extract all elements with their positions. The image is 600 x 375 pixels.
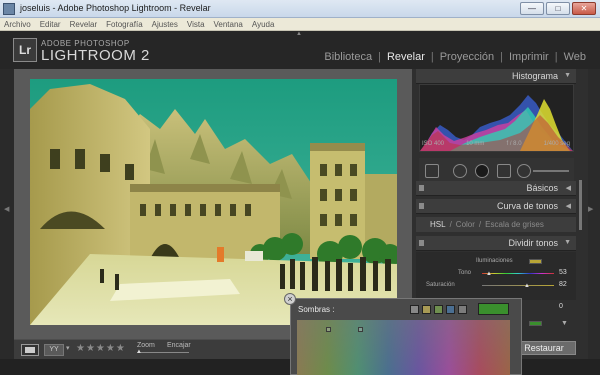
window-title: joseluis - Adobe Photoshop Lightroom - R… [20, 3, 211, 13]
menu-archivo[interactable]: Archivo [4, 18, 31, 30]
brush-slider-track[interactable] [533, 170, 569, 172]
basic-header[interactable]: Básicos ◀ [416, 181, 576, 196]
spot-removal-tool-icon[interactable] [453, 164, 467, 178]
red-eye-tool-icon[interactable] [475, 164, 489, 178]
split-toning-title: Dividir tonos [508, 238, 558, 248]
photo-image [30, 79, 397, 325]
tab-color[interactable]: Color [456, 220, 475, 229]
preset-swatch-2[interactable] [422, 305, 431, 314]
before-after-button[interactable]: YY [44, 344, 64, 356]
color-field[interactable] [297, 320, 510, 375]
hue-slider-track[interactable] [482, 273, 554, 274]
module-picker: Biblioteca | Revelar | Proyección | Impr… [318, 51, 592, 63]
expand-triangle-icon: ◀ [565, 185, 571, 192]
menu-vista[interactable]: Vista [187, 18, 205, 30]
preset-swatch-5[interactable] [458, 305, 467, 314]
preset-swatch-3[interactable] [434, 305, 443, 314]
menu-editar[interactable]: Editar [40, 18, 61, 30]
exif-shutter: 1/400 seg [543, 141, 570, 147]
collapse-triangle-icon: ▼ [561, 320, 568, 327]
popup-close-icon[interactable]: × [284, 293, 296, 305]
exif-iso: ISO 400 [422, 141, 445, 147]
adjustment-brush-tool-icon[interactable] [517, 164, 531, 178]
left-panel-collapsed [0, 69, 14, 359]
menu-ayuda[interactable]: Ayuda [252, 18, 275, 30]
balance-value[interactable]: 0 [559, 303, 563, 310]
window-controls: — □ ✕ [520, 2, 596, 15]
histogram-header[interactable]: Histograma ▼ [416, 69, 576, 84]
zoom-slider-track[interactable] [137, 352, 189, 353]
expand-triangle-icon: ◀ [565, 203, 571, 210]
selected-color-swatch [478, 303, 509, 315]
menu-bar: Archivo Editar Revelar Fotografía Ajuste… [0, 18, 600, 31]
hue-value[interactable]: 53 [559, 269, 567, 276]
zoom-label: Zoom [137, 342, 155, 349]
menu-revelar[interactable]: Revelar [70, 18, 98, 30]
graduated-filter-tool-icon[interactable] [497, 164, 511, 178]
module-revelar[interactable]: Revelar [381, 51, 431, 63]
highlights-color-swatch[interactable] [529, 259, 542, 264]
histogram-title: Histograma [511, 71, 558, 81]
maximize-button[interactable]: □ [546, 2, 570, 15]
expand-left-arrow-icon[interactable]: ◀ [4, 205, 9, 213]
basic-title: Básicos [526, 183, 558, 193]
collapse-triangle-icon: ▼ [564, 239, 571, 246]
histogram-exif: ISO 400 10 mm f / 8.0 1/400 seg [422, 141, 570, 147]
before-after-dropdown-icon[interactable]: ▾ [66, 344, 70, 352]
loupe-view-button[interactable] [21, 344, 39, 356]
collapse-triangle-icon: ▼ [564, 72, 571, 79]
collapse-right-arrow-icon[interactable]: ▶ [588, 205, 593, 213]
tab-hsl[interactable]: HSL [430, 220, 446, 229]
split-toning-header[interactable]: Dividir tonos ▼ [416, 236, 576, 251]
logo-title: LIGHTROOM 2 [41, 47, 150, 64]
tone-curve-title: Curva de tonos [496, 201, 558, 211]
panel-scrollbar[interactable] [579, 180, 582, 230]
exif-aperture: f / 8.0 [506, 141, 522, 147]
highlights-label: Iluminaciones [476, 258, 513, 264]
app-window: joseluis - Adobe Photoshop Lightroom - R… [0, 0, 600, 375]
tab-grayscale[interactable]: Escala de grises [485, 220, 544, 229]
fit-label: Encajar [167, 342, 191, 349]
split-toning-panel: Iluminaciones Tono ▲ 53 Saturación ▲ 82 [416, 252, 576, 300]
star-rating[interactable]: ★★★★★ [76, 343, 126, 354]
hue-label: Tono [458, 270, 472, 276]
color-marker[interactable] [326, 327, 331, 332]
exif-focal: 10 mm [466, 141, 485, 147]
tone-curve-header[interactable]: Curva de tonos ◀ [416, 199, 576, 214]
menu-fotografia[interactable]: Fotografía [106, 18, 142, 30]
module-biblioteca[interactable]: Biblioteca [318, 51, 378, 63]
menu-ajustes[interactable]: Ajustes [152, 18, 178, 30]
title-bar: joseluis - Adobe Photoshop Lightroom - R… [0, 0, 600, 18]
hue-slider-thumb[interactable]: ▲ [486, 271, 492, 277]
close-button[interactable]: ✕ [572, 2, 596, 15]
preset-swatch-4[interactable] [446, 305, 455, 314]
saturation-label: Saturación [426, 282, 455, 288]
collapse-top-arrow-icon[interactable]: ▲ [296, 31, 302, 37]
saturation-value[interactable]: 82 [559, 281, 567, 288]
popup-title: Sombras : [298, 305, 335, 314]
minimize-button[interactable]: — [520, 2, 544, 15]
menu-ventana[interactable]: Ventana [214, 18, 243, 30]
saturation-slider-track[interactable] [482, 285, 554, 286]
saturation-slider-thumb[interactable]: ▲ [524, 283, 530, 289]
crop-tool-icon[interactable] [425, 164, 439, 178]
photo-monastery[interactable] [30, 79, 397, 325]
lightroom-logo: Lr [13, 38, 37, 62]
preset-swatch-1[interactable] [410, 305, 419, 314]
shadows-color-swatch[interactable] [529, 321, 542, 326]
color-marker[interactable] [358, 327, 363, 332]
hsl-header[interactable]: HSL / Color / Escala de grises [416, 217, 576, 232]
module-imprimir[interactable]: Imprimir [503, 51, 555, 63]
module-web[interactable]: Web [558, 51, 592, 63]
module-proyeccion[interactable]: Proyección [434, 51, 500, 63]
zoom-slider-thumb[interactable]: ▲ [136, 349, 142, 355]
app-icon [3, 3, 15, 15]
